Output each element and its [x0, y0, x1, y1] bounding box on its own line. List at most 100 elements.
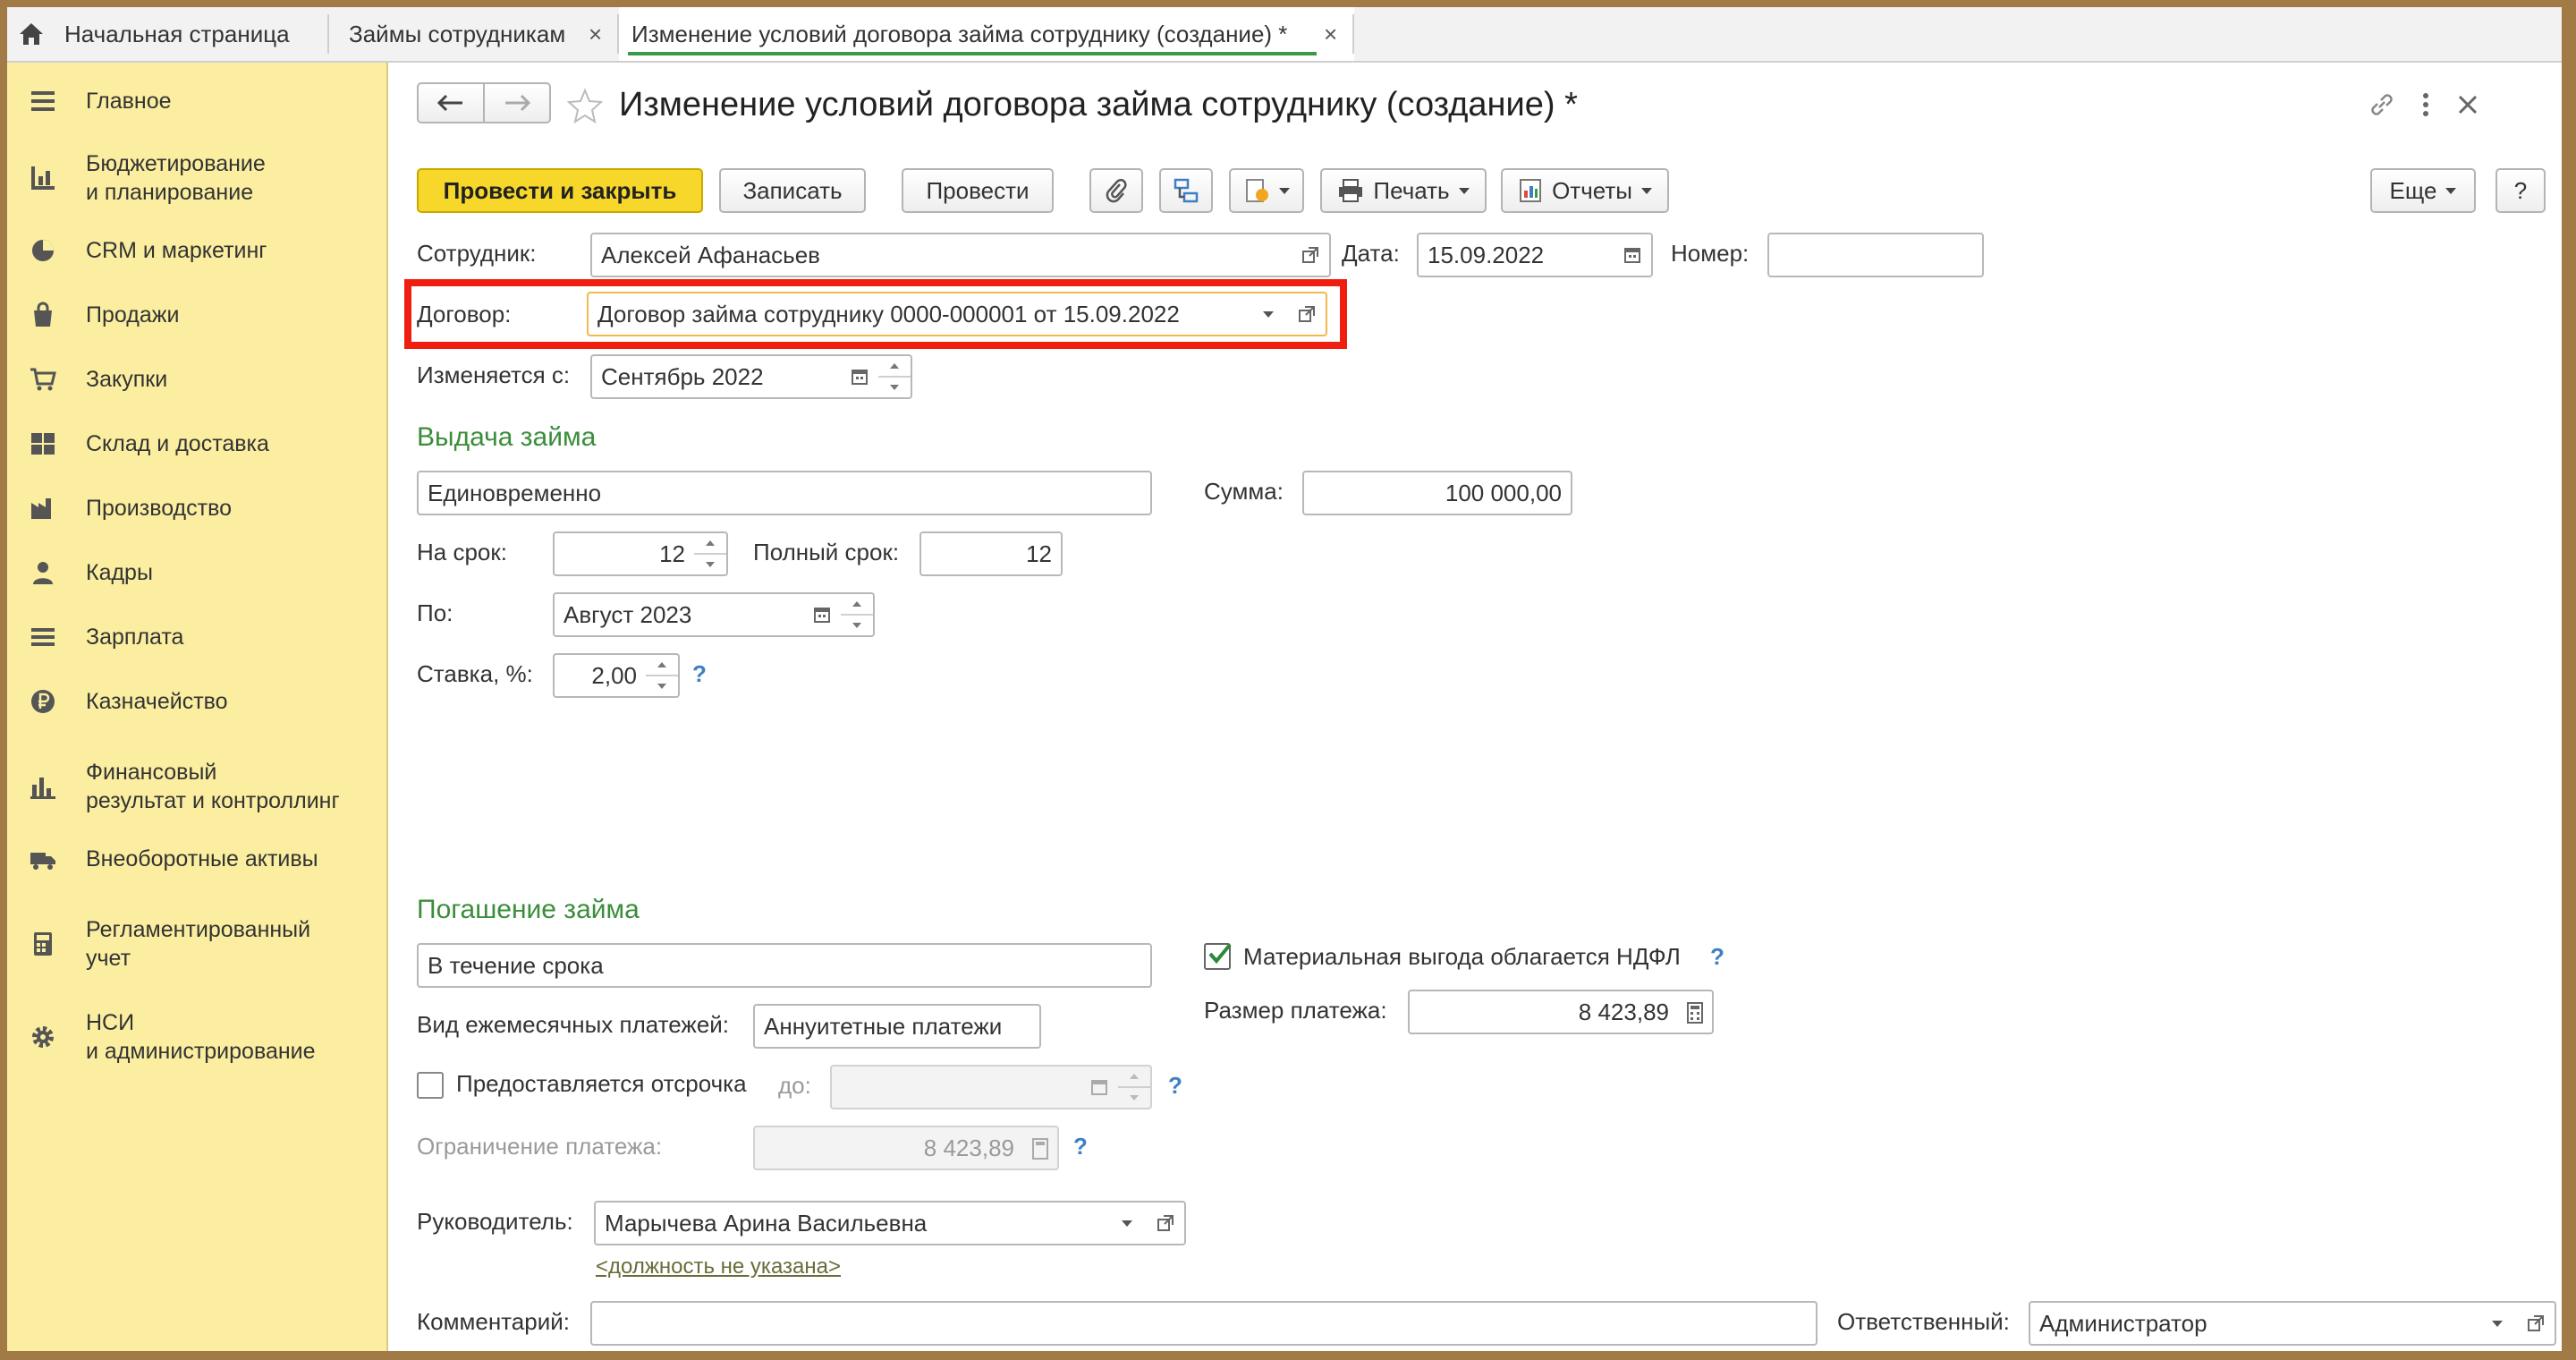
print-button[interactable]: Печать — [1320, 168, 1487, 213]
contract-open-button[interactable] — [1288, 292, 1327, 336]
rate-field[interactable]: 2,00 — [553, 653, 648, 698]
full-term-field[interactable]: 12 — [919, 531, 1063, 576]
contract-label: Договор: — [417, 301, 512, 327]
until-field[interactable]: Август 2023 — [553, 592, 805, 637]
post-and-close-button[interactable]: Провести и закрыть — [417, 168, 703, 213]
sidebar-item-budgeting[interactable]: Бюджетирование и планирование — [7, 149, 383, 208]
tab-change-contract[interactable]: Изменение условий договора займа сотрудн… — [619, 7, 1354, 61]
close-icon[interactable] — [2454, 91, 2481, 118]
until-label: По: — [417, 599, 453, 626]
ndfl-checkbox[interactable] — [1204, 943, 1232, 970]
employee-label: Сотрудник: — [417, 240, 537, 267]
calculator-icon — [1687, 1002, 1703, 1024]
responsible-dropdown-button[interactable] — [2479, 1301, 2519, 1346]
help-button[interactable]: ? — [2496, 168, 2546, 213]
deferral-calendar-button[interactable] — [1080, 1065, 1120, 1109]
until-calendar-button[interactable] — [803, 592, 843, 637]
crm-pie-icon — [32, 240, 54, 261]
ndfl-help-icon[interactable]: ? — [1710, 943, 1724, 971]
sidebar-item-label: Закупки — [86, 367, 168, 392]
calendar-icon — [1091, 1080, 1107, 1095]
responsible-field[interactable]: Администратор — [2029, 1301, 2481, 1346]
deferral-help-icon[interactable]: ? — [1168, 1072, 1182, 1100]
payment-size-calc-button[interactable] — [1678, 990, 1714, 1034]
amount-field[interactable]: 100 000,00 — [1302, 471, 1572, 515]
sidebar-item-production[interactable]: Производство — [7, 493, 383, 523]
position-link[interactable]: <должность не указана> — [596, 1254, 841, 1279]
contract-dropdown-button[interactable] — [1250, 292, 1290, 336]
contract-field[interactable]: Договор займа сотруднику 0000-000001 от … — [587, 292, 1252, 336]
reports-button[interactable]: Отчеты — [1501, 168, 1669, 213]
number-field[interactable] — [1767, 233, 1984, 277]
more-button[interactable]: Еще — [2370, 168, 2476, 213]
sidebar-item-warehouse[interactable]: Склад и доставка — [7, 429, 383, 459]
star-icon[interactable] — [567, 88, 603, 123]
gear-icon — [32, 1026, 54, 1048]
monthly-type-field[interactable]: Аннуитетные платежи — [753, 1004, 1041, 1049]
sidebar-item-label: Кадры — [86, 560, 153, 585]
tab-employee-loans[interactable]: Займы сотрудникам × — [329, 7, 619, 61]
more-button-label: Еще — [2389, 176, 2437, 204]
changes-from-spinner[interactable] — [878, 354, 912, 399]
deferral-label: Предоставляется отсрочка — [456, 1070, 747, 1097]
date-field[interactable]: 15.09.2022 — [1417, 233, 1615, 277]
sidebar-item-crm[interactable]: CRM и маркетинг — [7, 235, 383, 266]
tab-close-icon[interactable]: × — [589, 21, 602, 48]
date-calendar-button[interactable] — [1614, 233, 1653, 277]
structure-button[interactable] — [1159, 168, 1213, 213]
home-icon — [20, 23, 43, 45]
tab-close-icon[interactable]: × — [1324, 21, 1337, 48]
head-open-button[interactable] — [1147, 1201, 1186, 1245]
calculator-icon — [34, 932, 52, 956]
employee-open-button[interactable] — [1292, 233, 1331, 277]
payment-limit-help-icon[interactable]: ? — [1073, 1133, 1088, 1160]
head-field[interactable]: Марычева Арина Васильевна — [594, 1201, 1111, 1245]
post-button[interactable]: Провести — [902, 168, 1054, 213]
link-icon[interactable] — [2367, 89, 2397, 120]
changes-from-field[interactable]: Сентябрь 2022 — [590, 354, 843, 399]
sidebar-item-treasury[interactable]: Казначейство — [7, 686, 383, 717]
budget-icon — [31, 166, 55, 190]
payment-limit-field[interactable]: 8 423,89 — [753, 1126, 1025, 1170]
monthly-type-label: Вид ежемесячных платежей: — [417, 1011, 730, 1038]
payment-size-field[interactable]: 8 423,89 — [1408, 990, 1680, 1034]
deferral-checkbox[interactable] — [417, 1072, 444, 1099]
changes-from-calendar-button[interactable] — [841, 354, 880, 399]
print-button-label: Печать — [1373, 176, 1450, 204]
sidebar-item-purchases[interactable]: Закупки — [7, 364, 383, 395]
sidebar-item-salary[interactable]: Зарплата — [7, 622, 383, 652]
tab-home[interactable]: Начальная страница — [7, 7, 329, 61]
until-spinner[interactable] — [841, 592, 875, 637]
term-spinner[interactable] — [694, 531, 728, 576]
more-vertical-icon[interactable] — [2417, 89, 2435, 120]
back-button[interactable] — [417, 82, 485, 123]
save-button[interactable]: Записать — [719, 168, 866, 213]
repay-method-field[interactable]: В течение срока — [417, 943, 1152, 988]
sidebar-item-fixed-assets[interactable]: Внеоборотные активы — [7, 844, 383, 874]
sidebar-item-label: CRM и маркетинг — [86, 238, 267, 263]
employee-field[interactable]: Алексей Афанасьев — [590, 233, 1293, 277]
responsible-open-button[interactable] — [2517, 1301, 2556, 1346]
sidebar-item-main[interactable]: Главное — [7, 86, 383, 116]
sidebar-item-regulated-accounting[interactable]: Регламентированный учет — [7, 914, 383, 973]
amount-label: Сумма: — [1204, 478, 1284, 505]
deferral-spinner[interactable] — [1118, 1065, 1152, 1109]
rate-spinner[interactable] — [646, 653, 680, 698]
attach-button[interactable] — [1089, 168, 1143, 213]
sidebar-item-hr[interactable]: Кадры — [7, 557, 383, 588]
sidebar-item-label: Регламентированный учет — [86, 917, 311, 971]
sidebar-item-nsi-admin[interactable]: НСИ и администрирование — [7, 1007, 383, 1067]
forward-button[interactable] — [483, 82, 551, 123]
create-based-on-button[interactable] — [1229, 168, 1304, 213]
sidebar-item-financial-result[interactable]: Финансовый результат и контроллинг — [7, 757, 383, 816]
payment-size-label: Размер платежа: — [1204, 997, 1387, 1024]
term-field[interactable]: 12 — [553, 531, 696, 576]
sidebar-item-label: Зарплата — [86, 625, 184, 650]
rate-help-icon[interactable]: ? — [692, 660, 707, 688]
sidebar-item-sales[interactable]: Продажи — [7, 300, 383, 330]
deferral-until-field[interactable] — [830, 1065, 1082, 1109]
comment-field[interactable] — [590, 1301, 1818, 1346]
issue-method-field[interactable]: Единовременно — [417, 471, 1152, 515]
head-dropdown-button[interactable] — [1109, 1201, 1148, 1245]
payment-limit-calc-button[interactable] — [1023, 1126, 1059, 1170]
